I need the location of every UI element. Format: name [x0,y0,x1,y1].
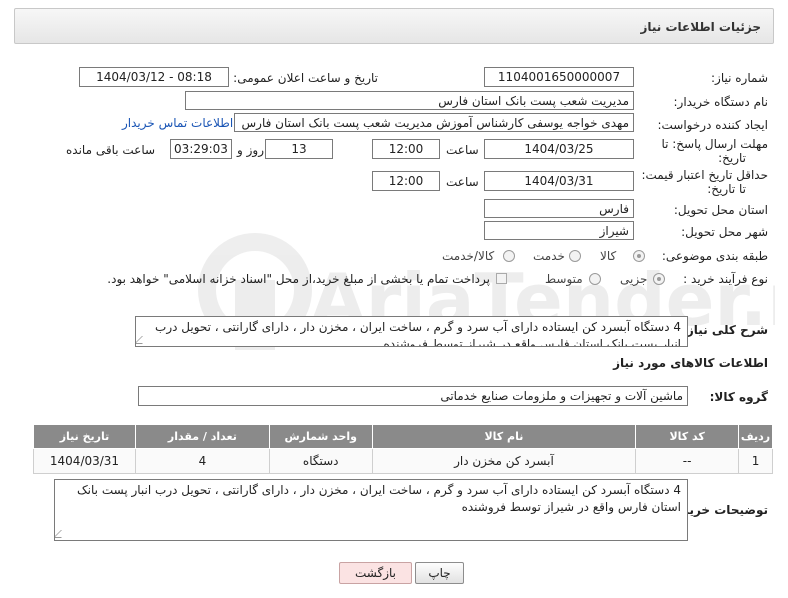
category-radio-service[interactable] [569,250,581,262]
treasury-payment-checkbox[interactable] [496,273,507,284]
process-radio-minor[interactable] [653,273,665,285]
creator-field: مهدی خواجه یوسفی کارشناس آموزش مدیریت شع… [234,113,634,132]
resize-handle[interactable] [55,530,69,538]
days-label: روز و [237,143,264,157]
need-number-label: شماره نیاز: [711,71,768,85]
category-option-goods: کالا [600,249,617,263]
creator-label: ایجاد کننده درخواست: [657,118,768,132]
deadline-time-field: 12:00 [372,139,440,159]
goods-group-label: گروه کالا: [709,390,768,404]
goods-info-title: اطلاعات کالاهای مورد نیاز [613,356,768,370]
need-number-field: 1104001650000007 [484,67,634,87]
goods-table: ردیف کد کالا نام کالا واحد شمارش تعداد /… [33,424,773,474]
buyer-notes-textarea[interactable]: 4 دستگاه آبسرد کن ایستاده دارای آب سرد و… [54,479,688,541]
col-header-goods-code: کد کالا [635,424,740,449]
price-validity-label: حداقل تاریخ اعتبار قیمت: [641,168,768,182]
resize-handle[interactable] [136,336,150,344]
col-header-row-number: ردیف [738,424,773,449]
remaining-time-label: ساعت باقی مانده [66,143,156,157]
treasury-payment-note: پرداخت تمام یا بخشی از مبلغ خرید،از محل … [107,272,490,286]
deadline-date-label: تاریخ: [718,151,746,165]
deadline-label: مهلت ارسال پاسخ: تا [661,137,768,151]
table-header-row: ردیف کد کالا نام کالا واحد شمارش تعداد /… [33,424,773,449]
deadline-time-label: ساعت [446,143,479,157]
announce-label: تاریخ و ساعت اعلان عمومی: [233,71,378,85]
description-label: شرح کلی نیاز: [682,323,768,337]
cell-need-date: 1404/03/31 [33,448,136,474]
buyer-contact-link[interactable]: اطلاعات تماس خریدار [122,116,233,130]
process-option-medium: متوسط [545,272,583,286]
category-option-service: خدمت [533,249,565,263]
back-button[interactable]: بازگشت [339,562,412,584]
price-validity-date-field: 1404/03/31 [484,171,634,191]
buyer-label: نام دستگاه خریدار: [673,95,769,109]
province-field: فارس [484,199,634,218]
days-remaining-field: 13 [265,139,333,159]
province-label: استان محل تحویل: [673,203,768,217]
category-radio-goods-service[interactable] [503,250,515,262]
description-textarea[interactable]: 4 دستگاه آبسرد کن ایستاده دارای آب سرد و… [135,316,688,347]
category-option-goods-service: کالا/خدمت [442,249,495,263]
price-validity-time-field: 12:00 [372,171,440,191]
table-row: 1 -- آبسرد کن مخزن دار دستگاه 4 1404/03/… [33,448,773,474]
col-header-need-date: تاریخ نیاز [33,424,136,449]
price-validity-date-label: تا تاریخ: [707,182,746,196]
page-header-panel: جزئیات اطلاعات نیاز [14,8,774,44]
price-validity-time-label: ساعت [446,175,479,189]
col-header-goods-name: نام کالا [371,424,637,449]
col-header-unit: واحد شمارش [268,424,373,449]
buyer-field: مدیریت شعب پست بانک استان فارس [185,91,634,110]
remaining-time-field: 03:29:03 [170,139,232,159]
process-option-minor: جزیی [620,272,648,286]
print-button[interactable]: چاپ [415,562,464,584]
cell-goods-name: آبسرد کن مخزن دار [371,448,637,474]
city-label: شهر محل تحویل: [681,225,768,239]
cell-quantity: 4 [134,448,270,474]
city-field: شیراز [484,221,634,240]
goods-group-field: ماشین آلات و تجهیزات و ملزومات صنایع خدم… [138,386,688,406]
cell-unit: دستگاه [268,448,373,474]
deadline-date-field: 1404/03/25 [484,139,634,159]
cell-goods-code: -- [635,448,740,474]
col-header-quantity: تعداد / مقدار [134,424,270,449]
page-title: جزئیات اطلاعات نیاز [640,20,761,34]
buyer-notes-text: 4 دستگاه آبسرد کن ایستاده دارای آب سرد و… [76,483,681,514]
process-radio-medium[interactable] [589,273,601,285]
category-label: طبقه بندی موضوعی: [661,249,768,263]
category-radio-goods[interactable] [633,250,645,262]
process-type-label: نوع فرآیند خرید : [683,272,768,286]
announce-datetime-field: 1404/03/12 - 08:18 [79,67,229,87]
cell-row-number: 1 [738,448,773,474]
description-text: 4 دستگاه آبسرد کن ایستاده دارای آب سرد و… [155,320,681,347]
